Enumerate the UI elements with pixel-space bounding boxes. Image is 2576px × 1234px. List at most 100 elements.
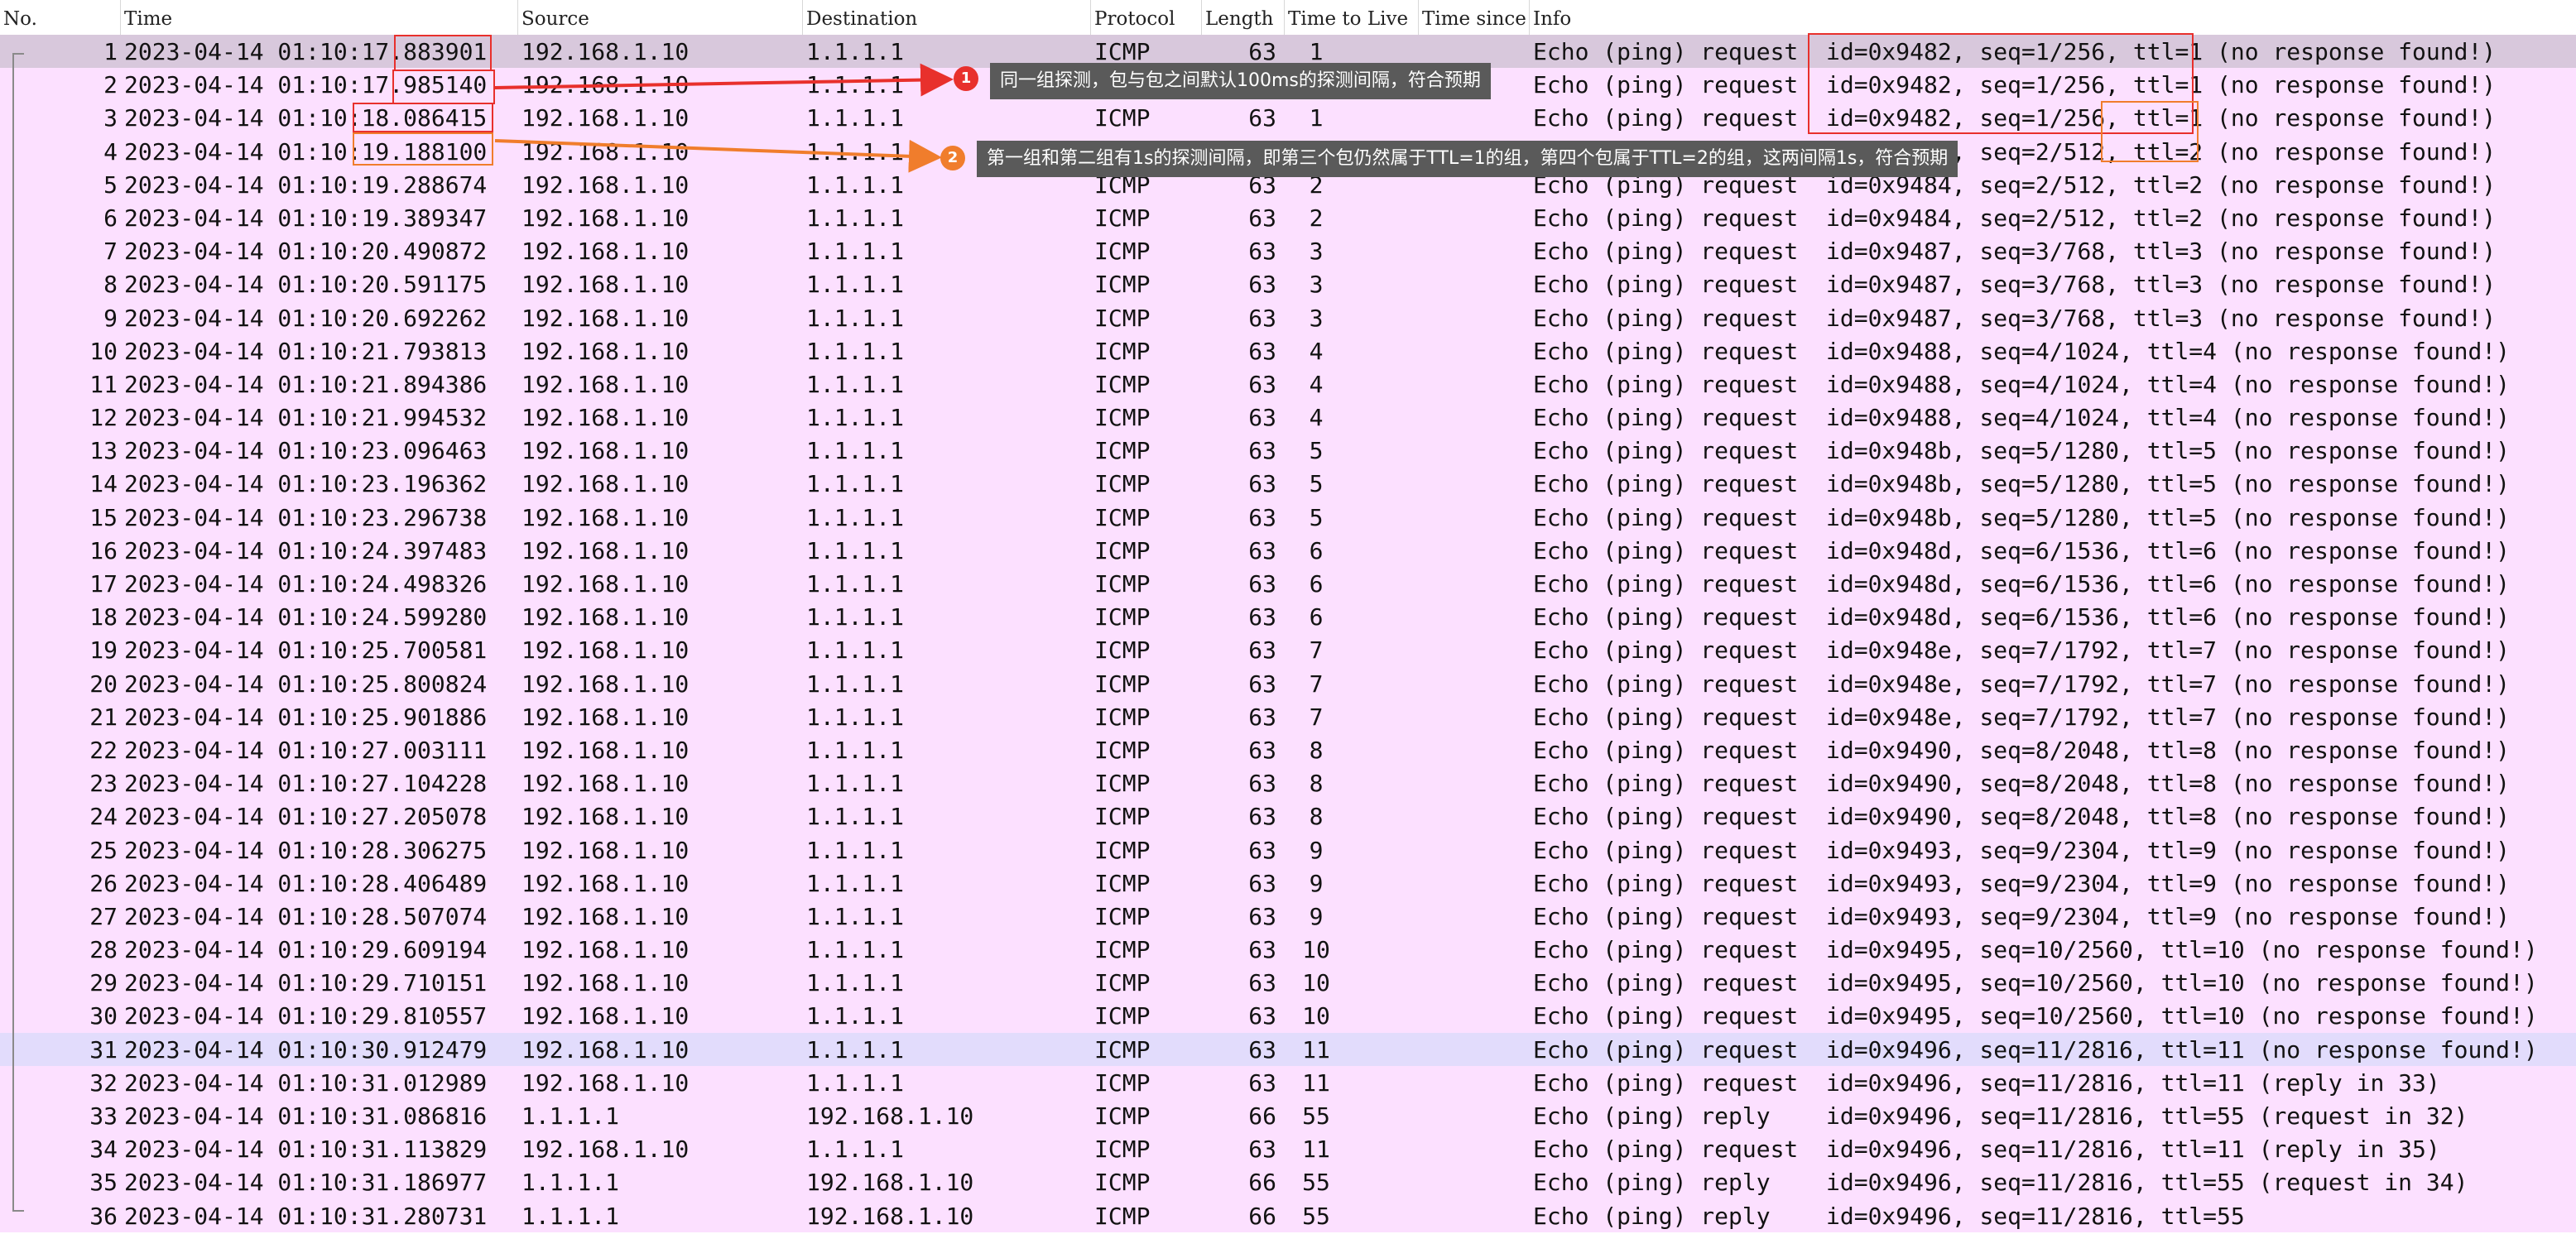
packet-row[interactable]: 8 2023-04-14 01:10:20.591175 192.168.1.10 1… (0, 267, 2576, 301)
cell-time: 2023-04-14 01:10:29.710151 (124, 969, 488, 997)
cell-info: Echo (ping) request id=0x948e, seq=7/179… (1533, 670, 2511, 698)
cell-source: 192.168.1.10 (521, 437, 690, 465)
cell-time: 2023-04-14 01:10:24.599280 (124, 603, 488, 631)
cell-length: 63 (1248, 503, 1276, 531)
cell-source: 192.168.1.10 (521, 703, 690, 731)
cell-no: 21 (89, 703, 118, 731)
column-header-info[interactable]: Info (1530, 0, 2576, 35)
packet-row[interactable]: 34 2023-04-14 01:10:31.113829 192.168.1.10… (0, 1132, 2576, 1166)
cell-source: 192.168.1.10 (521, 1002, 690, 1030)
packet-row[interactable]: 32 2023-04-14 01:10:31.012989 192.168.1.10… (0, 1065, 2576, 1099)
packet-row[interactable]: 20 2023-04-14 01:10:25.800824 192.168.1.10… (0, 666, 2576, 700)
cell-protocol: ICMP (1094, 902, 1151, 930)
cell-info: Echo (ping) request id=0x9495, seq=10/25… (1533, 936, 2538, 964)
cell-ttl: 4 (1309, 370, 1324, 398)
cell-protocol: ICMP (1094, 603, 1151, 631)
cell-protocol: ICMP (1094, 1002, 1151, 1030)
column-header-time[interactable]: Time (121, 0, 518, 35)
packet-row[interactable]: 22 2023-04-14 01:10:27.003111 192.168.1.10… (0, 732, 2576, 767)
packet-row[interactable]: 23 2023-04-14 01:10:27.104228 192.168.1.10… (0, 766, 2576, 800)
packet-row[interactable]: 28 2023-04-14 01:10:29.609194 192.168.1.10… (0, 933, 2576, 967)
cell-protocol: ICMP (1094, 803, 1151, 831)
packet-row[interactable]: 19 2023-04-14 01:10:25.700581 192.168.1.10… (0, 633, 2576, 667)
cell-no: 30 (89, 1002, 118, 1030)
packet-row[interactable]: 30 2023-04-14 01:10:29.810557 192.168.1.10… (0, 999, 2576, 1033)
packet-row[interactable]: 31 2023-04-14 01:10:30.912479 192.168.1.10… (0, 1032, 2576, 1066)
column-header-no[interactable]: No. (0, 0, 121, 35)
cell-destination: 1.1.1.1 (806, 238, 905, 266)
cell-info: Echo (ping) request id=0x948b, seq=5/128… (1533, 470, 2511, 498)
cell-source: 192.168.1.10 (521, 636, 690, 665)
packet-row[interactable]: 9 2023-04-14 01:10:20.692262 192.168.1.10 1… (0, 300, 2576, 334)
packet-row[interactable]: 21 2023-04-14 01:10:25.901886 192.168.1.10… (0, 699, 2576, 733)
cell-ttl: 55 (1302, 1102, 1330, 1130)
packet-row[interactable]: 25 2023-04-14 01:10:28.306275 192.168.1.10… (0, 833, 2576, 867)
cell-no: 16 (89, 536, 118, 564)
packet-row[interactable]: 18 2023-04-14 01:10:24.599280 192.168.1.10… (0, 600, 2576, 634)
packet-row[interactable]: 6 2023-04-14 01:10:19.389347 192.168.1.10 1… (0, 200, 2576, 235)
cell-destination: 1.1.1.1 (806, 104, 905, 132)
packet-row[interactable]: 12 2023-04-14 01:10:21.994532 192.168.1.10… (0, 401, 2576, 435)
cell-destination: 1.1.1.1 (806, 969, 905, 997)
packet-row[interactable]: 16 2023-04-14 01:10:24.397483 192.168.1.10… (0, 533, 2576, 567)
cell-length: 63 (1248, 670, 1276, 698)
cell-no: 12 (89, 404, 118, 432)
packet-row[interactable]: 13 2023-04-14 01:10:23.096463 192.168.1.10… (0, 434, 2576, 468)
packet-list[interactable]: No. Time Source Destination Protocol Len… (0, 0, 2576, 1232)
cell-destination: 192.168.1.10 (806, 1102, 974, 1130)
column-header-protocol[interactable]: Protocol (1091, 0, 1202, 35)
column-header-source[interactable]: Source (518, 0, 803, 35)
cell-protocol: ICMP (1094, 969, 1151, 997)
cell-protocol: ICMP (1094, 736, 1151, 764)
cell-source: 192.168.1.10 (521, 1136, 690, 1164)
cell-destination: 1.1.1.1 (806, 370, 905, 398)
packet-row[interactable]: 35 2023-04-14 01:10:31.186977 1.1.1.1 192.1… (0, 1165, 2576, 1199)
cell-length: 63 (1248, 204, 1276, 232)
packet-row[interactable]: 14 2023-04-14 01:10:23.196362 192.168.1.10… (0, 467, 2576, 501)
cell-no: 23 (89, 770, 118, 798)
cell-time: 2023-04-14 01:10:31.086816 (124, 1102, 488, 1130)
cell-length: 63 (1248, 337, 1276, 365)
cell-length: 63 (1248, 437, 1276, 465)
cell-length: 63 (1248, 1068, 1276, 1097)
packet-row[interactable]: 36 2023-04-14 01:10:31.280731 1.1.1.1 192.1… (0, 1198, 2576, 1232)
cell-destination: 1.1.1.1 (806, 304, 905, 332)
column-header-time-to-live[interactable]: Time to Live (1285, 0, 1419, 35)
packet-row[interactable]: 10 2023-04-14 01:10:21.793813 192.168.1.10… (0, 334, 2576, 367)
cell-source: 192.168.1.10 (521, 104, 690, 132)
column-header-time-since[interactable]: Time since (1419, 0, 1530, 35)
cell-source: 192.168.1.10 (521, 470, 690, 498)
column-header-length[interactable]: Length (1202, 0, 1285, 35)
cell-ttl: 9 (1309, 869, 1324, 897)
cell-protocol: ICMP (1094, 770, 1151, 798)
packet-row[interactable]: 29 2023-04-14 01:10:29.710151 192.168.1.10… (0, 966, 2576, 1000)
packet-row[interactable]: 24 2023-04-14 01:10:27.205078 192.168.1.10… (0, 799, 2576, 833)
cell-info: Echo (ping) request id=0x9496, seq=11/28… (1533, 1068, 2440, 1097)
packet-row[interactable]: 26 2023-04-14 01:10:28.406489 192.168.1.10… (0, 866, 2576, 900)
cell-source: 192.168.1.10 (521, 337, 690, 365)
cell-info: Echo (ping) request id=0x948d, seq=6/153… (1533, 570, 2511, 598)
cell-info: Echo (ping) request id=0x9495, seq=10/25… (1533, 1002, 2538, 1030)
packet-row[interactable]: 15 2023-04-14 01:10:23.296738 192.168.1.10… (0, 500, 2576, 534)
cell-protocol: ICMP (1094, 271, 1151, 299)
cell-ttl: 6 (1309, 536, 1324, 564)
packet-row[interactable]: 33 2023-04-14 01:10:31.086816 1.1.1.1 192.1… (0, 1099, 2576, 1133)
cell-protocol: ICMP (1094, 836, 1151, 864)
packet-row[interactable]: 11 2023-04-14 01:10:21.894386 192.168.1.10… (0, 367, 2576, 401)
cell-no: 35 (89, 1169, 118, 1197)
cell-info: Echo (ping) request id=0x948e, seq=7/179… (1533, 636, 2511, 665)
annotation-box-time-2 (392, 70, 495, 104)
cell-time: 2023-04-14 01:10:29.810557 (124, 1002, 488, 1030)
cell-length: 63 (1248, 969, 1276, 997)
packet-row[interactable]: 27 2023-04-14 01:10:28.507074 192.168.1.10… (0, 899, 2576, 934)
cell-destination: 1.1.1.1 (806, 1136, 905, 1164)
packet-row[interactable]: 17 2023-04-14 01:10:24.498326 192.168.1.10… (0, 567, 2576, 601)
cell-destination: 1.1.1.1 (806, 1035, 905, 1064)
cell-length: 63 (1248, 603, 1276, 631)
column-header-destination[interactable]: Destination (803, 0, 1091, 35)
cell-ttl: 10 (1302, 936, 1330, 964)
cell-source: 192.168.1.10 (521, 603, 690, 631)
cell-ttl: 3 (1309, 271, 1324, 299)
packet-row[interactable]: 7 2023-04-14 01:10:20.490872 192.168.1.10 1… (0, 234, 2576, 268)
cell-protocol: ICMP (1094, 204, 1151, 232)
